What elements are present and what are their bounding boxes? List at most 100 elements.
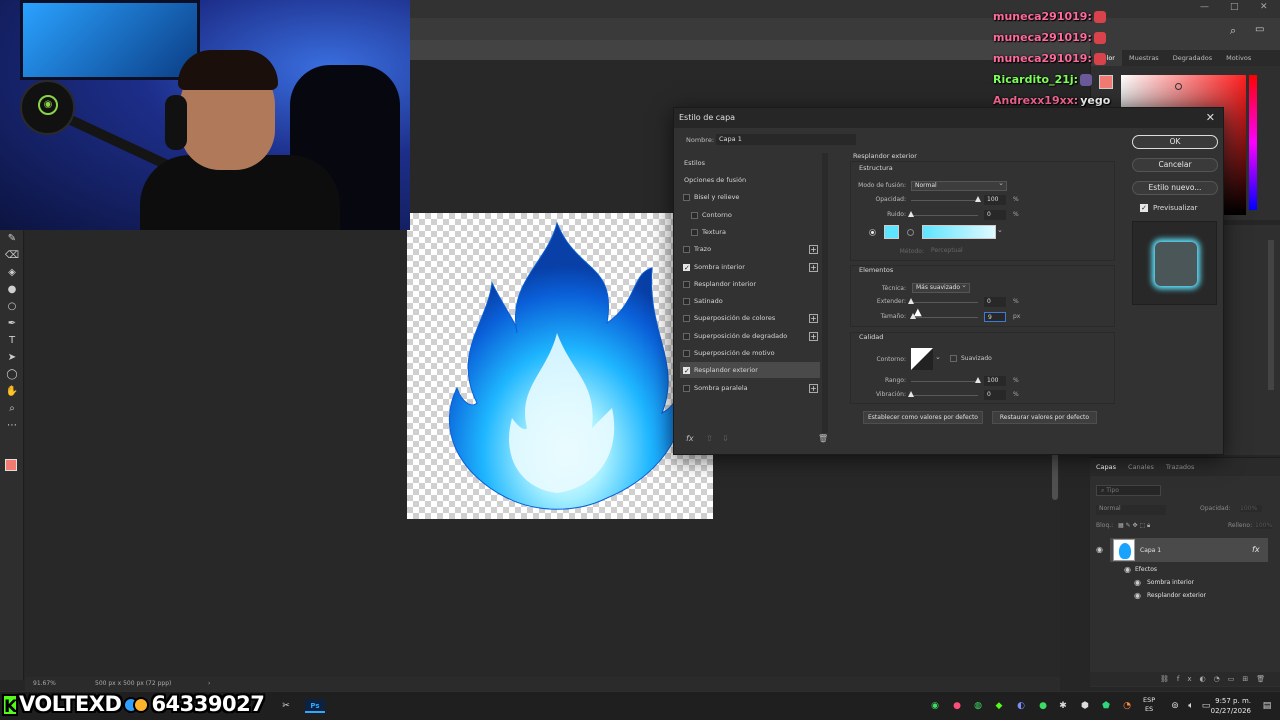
range-slider-track[interactable] — [911, 381, 978, 382]
style-item[interactable]: Sombra paralela + — [680, 380, 820, 396]
style-checkbox[interactable] — [683, 350, 690, 357]
antialias-checkbox[interactable] — [950, 355, 957, 362]
hue-slider[interactable] — [1249, 75, 1257, 210]
tab-paths[interactable]: Trazados — [1160, 458, 1201, 476]
jitter-slider-track[interactable] — [911, 395, 978, 396]
tab-patterns[interactable]: Motivos — [1219, 50, 1258, 66]
style-checkbox[interactable] — [683, 194, 690, 202]
style-item[interactable]: Textura — [680, 224, 820, 240]
zoom-icon[interactable]: ⌕ — [0, 400, 24, 417]
tab-layers[interactable]: Capas — [1090, 458, 1122, 476]
add-style-icon[interactable]: + — [809, 262, 818, 272]
close-icon[interactable]: ✕ — [1206, 111, 1215, 124]
style-item[interactable]: Superposición de colores + — [680, 310, 820, 326]
dodge-icon[interactable]: ○ — [0, 298, 24, 315]
noise-slider-track[interactable] — [911, 215, 978, 216]
eye-icon[interactable]: ◉ — [1134, 578, 1141, 587]
style-checkbox[interactable] — [683, 260, 690, 276]
minimize-icon[interactable]: — — [1200, 2, 1209, 12]
close-window-icon[interactable]: ✕ — [1260, 2, 1268, 12]
clock[interactable]: 9:57 p. m. 02/27/2026 — [1205, 696, 1251, 716]
color-picker-cursor[interactable] — [1175, 83, 1182, 90]
layer-blend-mode[interactable]: Normal — [1096, 505, 1166, 515]
volume-icon[interactable]: 🔈︎ — [1184, 699, 1198, 713]
fill-value[interactable]: 100% — [1255, 522, 1273, 529]
cancel-button[interactable]: Cancelar — [1132, 158, 1218, 172]
search-icon[interactable]: ⌕ — [1230, 24, 1236, 38]
effect-outer-glow[interactable]: Resplandor exterior — [1147, 592, 1206, 599]
jitter-slider-knob[interactable] — [908, 391, 914, 397]
style-checkbox[interactable] — [683, 246, 690, 254]
eraser-icon[interactable]: ⌫ — [0, 247, 24, 264]
style-checkbox[interactable] — [683, 280, 690, 288]
chat-username[interactable]: Andrexx19xx: — [993, 94, 1078, 107]
trash-icon[interactable]: 🗑︎ — [818, 434, 828, 443]
style-checkbox[interactable] — [683, 384, 690, 392]
style-checkbox[interactable] — [691, 211, 698, 219]
style-item[interactable]: Superposición de motivo — [680, 345, 820, 361]
style-item[interactable]: Satinado — [680, 293, 820, 309]
style-item[interactable]: Opciones de fusión — [680, 172, 820, 188]
lock-icons[interactable]: ▦ ✎ ✥ ⬚ 🔒︎ — [1118, 522, 1150, 530]
glow-color-swatch[interactable] — [884, 225, 899, 239]
chat-username[interactable]: muneca291019: — [993, 31, 1092, 44]
layer-panel-footer-icons[interactable]: ⛓fx◐◔▭⊞🗑︎ — [1090, 672, 1280, 686]
path-select-icon[interactable]: ➤ — [0, 349, 24, 366]
app-icon-6[interactable]: ◔ — [1120, 699, 1134, 713]
style-item[interactable]: Contorno — [680, 207, 820, 223]
maximize-icon[interactable]: □ — [1230, 2, 1239, 12]
app-icon-3[interactable]: ● — [1036, 699, 1050, 713]
gradient-radio[interactable] — [907, 229, 914, 236]
eye-icon[interactable]: ◉ — [1134, 591, 1141, 600]
chat-username[interactable]: muneca291019: — [993, 52, 1092, 65]
layer-thumbnail[interactable] — [1113, 539, 1135, 561]
style-checkbox[interactable] — [683, 298, 690, 306]
style-checkbox[interactable] — [683, 332, 690, 340]
chevron-down-icon[interactable]: ⌄ — [997, 226, 1003, 234]
style-item[interactable]: Sombra interior + — [680, 259, 820, 276]
reset-default-button[interactable]: Restaurar valores por defecto — [992, 411, 1097, 424]
range-slider-knob[interactable] — [975, 377, 981, 383]
style-checkbox[interactable] — [683, 315, 690, 323]
pen-icon[interactable]: ✒ — [0, 315, 24, 332]
opacity-slider-track[interactable] — [911, 200, 978, 201]
noise-slider-knob[interactable] — [908, 211, 914, 217]
technique-select[interactable]: Más suavizado — [912, 281, 970, 293]
move-down-icon[interactable]: ⇩ — [722, 434, 729, 443]
hand-icon[interactable]: ✋ — [0, 383, 24, 400]
noise-input[interactable]: 0 — [984, 210, 1006, 220]
new-style-button[interactable]: Estilo nuevo... — [1132, 181, 1218, 195]
make-default-button[interactable]: Establecer como valores por defecto — [863, 411, 983, 424]
fx-icon[interactable]: fx — [686, 434, 694, 443]
style-checkbox[interactable] — [691, 228, 698, 236]
jitter-input[interactable]: 0 — [984, 390, 1006, 400]
styles-header[interactable]: Estilos — [680, 155, 820, 171]
document-canvas[interactable] — [407, 213, 713, 519]
style-item[interactable]: Trazo + — [680, 241, 820, 257]
preview-checkbox[interactable]: ✓ — [1140, 204, 1148, 212]
style-item[interactable]: Resplandor interior — [680, 276, 820, 292]
opacity-slider-knob[interactable] — [975, 196, 981, 202]
discord-icon[interactable]: ◐ — [1014, 699, 1028, 713]
app-icon-5[interactable]: ⬟ — [1099, 699, 1113, 713]
kick-tray-icon[interactable]: ◆ — [992, 699, 1006, 713]
solid-color-radio[interactable] — [869, 229, 876, 236]
layer-opacity-value[interactable]: 100% — [1240, 505, 1262, 512]
layer-name[interactable]: Capa 1 — [1140, 547, 1161, 554]
capcut-icon[interactable]: ✂ — [279, 699, 293, 713]
type-icon[interactable]: T — [0, 332, 24, 349]
spread-slider-knob[interactable] — [908, 298, 914, 304]
panel-scrollbar[interactable] — [1268, 240, 1274, 390]
contour-preview[interactable] — [911, 348, 933, 370]
eye-icon[interactable]: ◉ — [1124, 565, 1131, 574]
opacity-input[interactable]: 100 — [984, 195, 1006, 205]
add-style-icon[interactable]: + — [809, 331, 818, 341]
style-checkbox[interactable] — [683, 363, 690, 379]
chat-username[interactable]: Ricardito_21j: — [993, 73, 1078, 86]
workspace-icon[interactable]: ▭ — [1255, 24, 1264, 35]
style-item[interactable]: Resplandor exterior — [680, 362, 820, 379]
spread-input[interactable]: 0 — [984, 297, 1006, 307]
brush-icon[interactable]: ✎ — [0, 230, 24, 247]
more-tools-icon[interactable]: ⋯ — [0, 417, 24, 434]
size-input[interactable]: 9 — [984, 312, 1006, 322]
